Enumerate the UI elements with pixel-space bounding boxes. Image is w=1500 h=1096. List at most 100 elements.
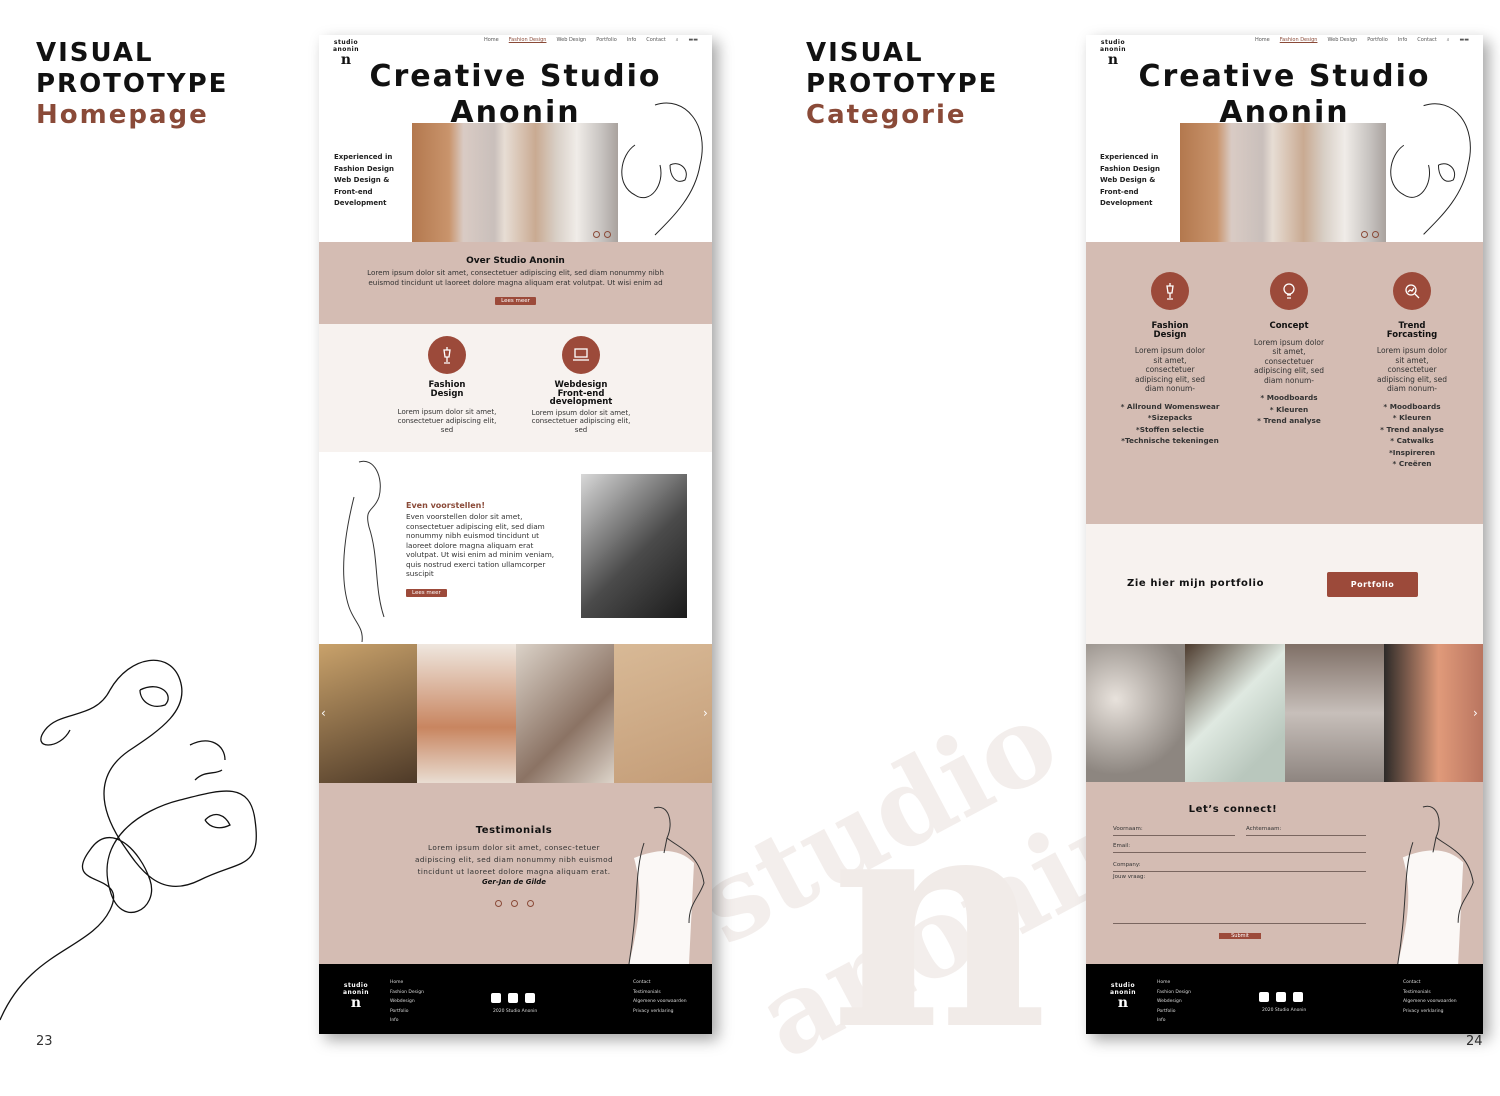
portfolio-button[interactable]: Portfolio: [1327, 572, 1418, 597]
footer: studio anonin n HomeFashion DesignWebdes…: [319, 964, 712, 1034]
nav-web-design[interactable]: Web Design: [1327, 37, 1357, 43]
gallery-image: [614, 644, 712, 783]
gallery-next-icon[interactable]: ›: [703, 706, 708, 720]
category-fashion-design: FashionDesign Lorem ipsum dolor sit amet…: [1112, 272, 1228, 447]
footer-logo[interactable]: studio anonin n: [339, 982, 373, 1016]
heading-sub: Categorie: [806, 100, 998, 131]
testimonial-text: Lorem ipsum dolor sit amet, consec-tetue…: [414, 842, 614, 878]
laptop-icon: [562, 336, 600, 374]
search-icon[interactable]: ⌕: [1447, 37, 1450, 43]
hero-slider-dots[interactable]: [593, 231, 611, 238]
instagram-icon[interactable]: [1276, 992, 1286, 1002]
submit-button[interactable]: Submit: [1219, 933, 1261, 939]
line-art-figure-intro: [334, 457, 394, 642]
page-number: 24: [1466, 1034, 1483, 1049]
category-trend-forcasting: TrendForcasting Lorem ipsum dolor sit am…: [1354, 272, 1470, 470]
page-heading-homepage: VISUAL PROTOTYPE Homepage: [36, 38, 228, 131]
lastname-field[interactable]: Achternaam:: [1246, 826, 1366, 836]
photo-gallery: [1086, 644, 1483, 782]
nav-info[interactable]: Info: [627, 37, 636, 43]
category-columns-section: FashionDesign Lorem ipsum dolor sit amet…: [1086, 242, 1483, 524]
footer-links-col1: HomeFashion DesignWebdesignPortfolioInfo: [1157, 978, 1191, 1026]
linkedin-icon[interactable]: [491, 993, 501, 1003]
nav-contact[interactable]: Contact: [1417, 37, 1436, 43]
page-number: 23: [36, 1034, 53, 1049]
hero-slider-dots[interactable]: [1361, 231, 1379, 238]
search-icon[interactable]: ⌕: [676, 37, 679, 43]
heading-line2: PROTOTYPE: [36, 69, 228, 100]
question-textarea[interactable]: Jouw vraag:: [1113, 874, 1366, 924]
gallery-image: [1185, 644, 1284, 782]
intro-read-more-button[interactable]: Lees meer: [406, 589, 447, 597]
heading-sub: Homepage: [36, 100, 228, 131]
footer-copyright: 2020 Studio Anonin: [1262, 1006, 1306, 1016]
hero-title: Creative Studio Anonin: [1086, 59, 1483, 131]
footer-logo[interactable]: studio anonin n: [1106, 982, 1140, 1016]
nav-portfolio[interactable]: Portfolio: [1367, 37, 1388, 43]
gallery-next-icon[interactable]: ›: [1473, 706, 1478, 720]
photo-gallery: [319, 644, 712, 783]
portfolio-cta-section: Zie hier mijn portfolio Portfolio: [1086, 524, 1483, 644]
line-art-face-illustration: [0, 650, 270, 1030]
top-nav: Home Fashion Design Web Design Portfolio…: [1255, 37, 1469, 43]
gallery-image: [516, 644, 614, 783]
about-read-more-button[interactable]: Lees meer: [495, 297, 536, 305]
social-icons: [1259, 992, 1303, 1002]
about-text: Lorem ipsum dolor sit amet, consectetuer…: [359, 268, 672, 287]
about-title: Over Studio Anonin: [359, 256, 672, 266]
intro-title: Even voorstellen!: [406, 501, 566, 510]
nav-contact[interactable]: Contact: [646, 37, 665, 43]
gallery-image: [1384, 644, 1483, 782]
gallery-prev-icon[interactable]: ‹: [321, 706, 326, 720]
firstname-field[interactable]: Voornaam:: [1113, 826, 1235, 836]
nav-home[interactable]: Home: [1255, 37, 1270, 43]
footer-links-col2: ContactTestimonialsAlgemene voorwaardenP…: [633, 978, 687, 1016]
hero-title: Creative Studio Anonin: [319, 59, 712, 131]
page-heading-categorie: VISUAL PROTOTYPE Categorie: [806, 38, 998, 131]
nav-home[interactable]: Home: [484, 37, 499, 43]
email-field[interactable]: Email:: [1113, 843, 1366, 853]
hero-side-text: Experienced inFashion DesignWeb Design &…: [334, 152, 394, 210]
testimonial-slider-dots[interactable]: [414, 900, 614, 907]
testimonial-block: Testimonials Lorem ipsum dolor sit amet,…: [414, 825, 614, 907]
language-flags-icon[interactable]: ▬▬: [689, 37, 698, 43]
service-fashion-design: FashionDesign Lorem ipsum dolor sit amet…: [397, 336, 497, 434]
hero-side-text: Experienced inFashion DesignWeb Design &…: [1100, 152, 1160, 210]
dress-form-icon: [428, 336, 466, 374]
service-webdesign: WebdesignFront-enddevelopment Lorem ipsu…: [531, 336, 631, 435]
gallery-image: [1086, 644, 1185, 782]
linkedin-icon[interactable]: [1259, 992, 1269, 1002]
testimonials-title: Testimonials: [414, 825, 614, 836]
nav-portfolio[interactable]: Portfolio: [596, 37, 617, 43]
instagram-icon[interactable]: [508, 993, 518, 1003]
service-text: Lorem ipsum dolor sit amet, consectetuer…: [531, 409, 631, 435]
services-section: FashionDesign Lorem ipsum dolor sit amet…: [319, 324, 712, 452]
service-text: Lorem ipsum dolor sit amet, consectetuer…: [397, 408, 497, 434]
portfolio-cta-text: Zie hier mijn portfolio: [1127, 578, 1264, 589]
pinterest-icon[interactable]: [1293, 992, 1303, 1002]
social-icons: [491, 993, 535, 1003]
hero-fabric-image: [412, 123, 618, 248]
nav-web-design[interactable]: Web Design: [556, 37, 586, 43]
footer: studio anonin n HomeFashion DesignWebdes…: [1086, 964, 1483, 1034]
categorie-prototype: Home Fashion Design Web Design Portfolio…: [1086, 35, 1483, 1034]
nav-fashion-design[interactable]: Fashion Design: [1280, 37, 1318, 43]
intro-text-block: Even voorstellen! Even voorstellen dolor…: [406, 501, 566, 598]
contact-section: Let’s connect! Voornaam: Achternaam: Ema…: [1086, 782, 1483, 964]
language-flags-icon[interactable]: ▬▬: [1460, 37, 1469, 43]
nav-fashion-design[interactable]: Fashion Design: [509, 37, 547, 43]
top-nav: Home Fashion Design Web Design Portfolio…: [484, 37, 698, 43]
lightbulb-icon: [1270, 272, 1308, 310]
gallery-image: [1285, 644, 1384, 782]
heading-line1: VISUAL: [806, 38, 998, 69]
pinterest-icon[interactable]: [525, 993, 535, 1003]
intro-text: Even voorstellen dolor sit amet, consect…: [406, 512, 566, 579]
trend-magnifier-icon: [1393, 272, 1431, 310]
nav-info[interactable]: Info: [1398, 37, 1407, 43]
connect-title: Let’s connect!: [1113, 804, 1353, 815]
gallery-image: [417, 644, 515, 783]
portrait-photo: [581, 474, 687, 618]
company-field[interactable]: Company:: [1113, 862, 1366, 872]
category-concept: Concept Lorem ipsum dolor sit amet, cons…: [1234, 272, 1344, 427]
footer-links-col1: HomeFashion DesignWebdesignPortfolioInfo: [390, 978, 424, 1026]
